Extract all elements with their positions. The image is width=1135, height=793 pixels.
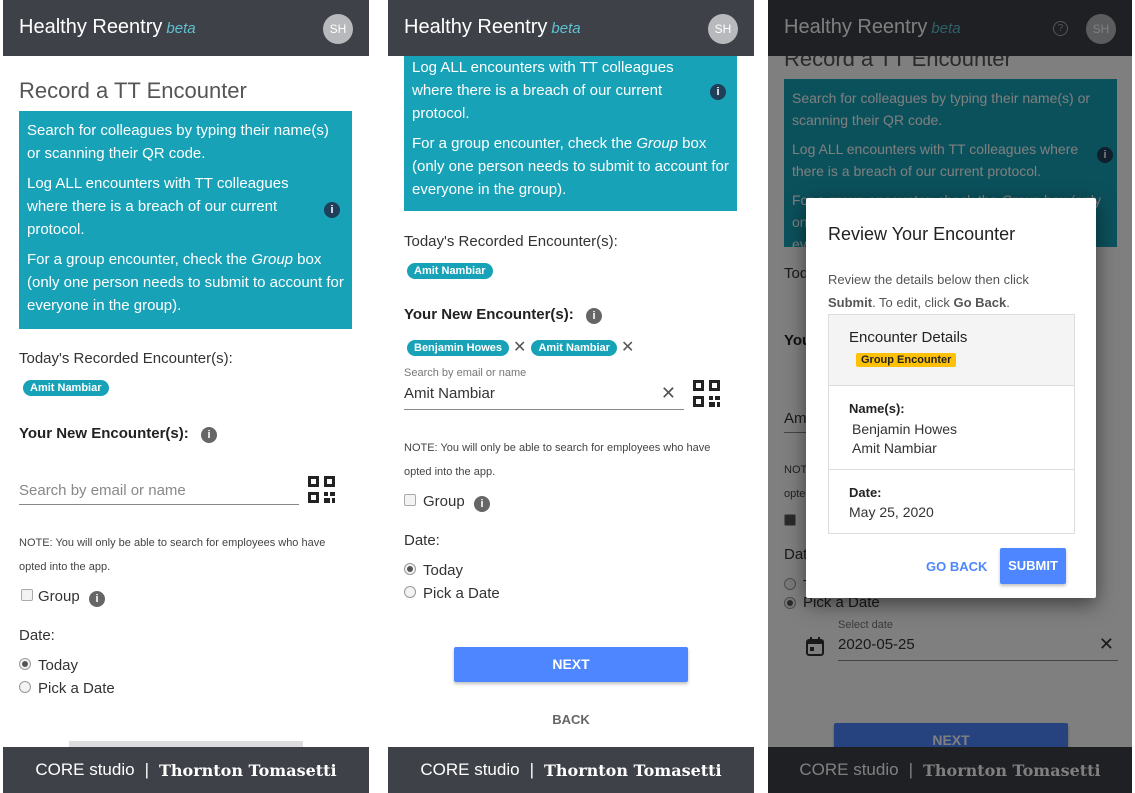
page-title: Record a TT Encounter — [19, 78, 247, 103]
todays-encounters-label: Today's Recorded Encounter(s): — [404, 233, 618, 250]
group-label: Group — [38, 588, 80, 605]
card-divider — [829, 469, 1074, 470]
date-option-today: Today — [423, 562, 464, 579]
footer-core-studio: CORE studio — [420, 760, 520, 779]
screen-review-modal: Record a TT Encounter Search for colleag… — [768, 0, 1132, 793]
search-input[interactable]: Search by email or name — [19, 482, 299, 505]
search-placeholder: Search by email or name — [19, 482, 186, 499]
group-checkbox[interactable] — [404, 494, 416, 506]
names-label: Name(s): — [849, 401, 905, 416]
avatar[interactable]: SH — [323, 14, 353, 44]
search-input[interactable]: Amit Nambiar ✕ — [404, 383, 684, 410]
info-box: Log ALL encounters with TT colleagues wh… — [404, 52, 737, 211]
qr-code-icon[interactable] — [308, 476, 336, 504]
card-header: Encounter Details Group Encounter — [829, 315, 1074, 386]
group-info-icon[interactable]: i — [474, 496, 490, 512]
encounter-details-card: Encounter Details Group Encounter Name(s… — [828, 314, 1075, 534]
footer-separator: | — [529, 760, 534, 779]
new-encounters-label: Your New Encounter(s): — [19, 425, 189, 442]
app-header: Healthy Reentry beta SH — [388, 0, 754, 56]
todays-chip-list: Amit Nambiar — [23, 378, 109, 396]
app-header: Healthy Reentry beta SH — [3, 0, 369, 56]
date-radio-today[interactable] — [19, 658, 31, 670]
app-name: Healthy Reentry — [19, 16, 163, 38]
app-title[interactable]: Healthy Reentrybeta — [404, 16, 581, 39]
group-checkbox[interactable] — [21, 589, 33, 601]
footer-core-studio: CORE studio — [35, 760, 135, 779]
footer-company: Thornton Tomasetti — [159, 760, 337, 780]
date-option-pick: Pick a Date — [38, 680, 115, 697]
date-option-today: Today — [38, 657, 79, 674]
name-item: Benjamin Howes — [852, 421, 958, 437]
avatar[interactable]: SH — [708, 14, 738, 44]
screen-record-encounter-filled: Log ALL encounters with TT colleagues wh… — [388, 0, 754, 793]
new-encounters-label: Your New Encounter(s): — [404, 306, 574, 323]
beta-tag: beta — [551, 20, 581, 37]
remove-chip-icon[interactable]: ✕ — [621, 337, 634, 357]
info-icon[interactable]: i — [324, 202, 340, 218]
new-encounters-info-icon[interactable]: i — [586, 308, 602, 324]
todays-chip-list: Amit Nambiar — [407, 261, 493, 279]
group-label: Group — [423, 493, 465, 510]
app-title[interactable]: Healthy Reentrybeta — [19, 16, 196, 39]
go-back-button[interactable]: GO BACK — [926, 559, 987, 574]
card-title: Encounter Details — [849, 329, 968, 346]
date-radio-today[interactable] — [404, 563, 416, 575]
info-log-text: Log ALL encounters with TT colleagues wh… — [27, 175, 289, 238]
date-label: Date: — [19, 627, 55, 644]
app-name: Healthy Reentry — [404, 16, 548, 38]
next-button[interactable]: NEXT — [454, 647, 688, 682]
date-detail-label: Date: — [849, 485, 882, 500]
remove-chip-icon[interactable]: ✕ — [513, 337, 526, 357]
info-group-text: For a group encounter, check the Group b… — [27, 251, 344, 314]
search-value: Amit Nambiar — [404, 385, 495, 402]
footer-separator: | — [144, 760, 149, 779]
date-option-pick: Pick a Date — [423, 585, 500, 602]
beta-tag: beta — [166, 20, 196, 37]
clear-icon[interactable]: ✕ — [661, 383, 676, 404]
date-radio-pick[interactable] — [19, 681, 31, 693]
encounter-chip: Amit Nambiar — [23, 380, 109, 396]
name-item: Amit Nambiar — [852, 440, 937, 456]
date-detail-value: May 25, 2020 — [849, 504, 934, 520]
info-box: Search for colleagues by typing their na… — [19, 111, 352, 329]
footer-company: Thornton Tomasetti — [544, 760, 722, 780]
names-list: Benjamin Howes Amit Nambiar — [852, 420, 957, 458]
new-encounter-chip: Amit Nambiar — [531, 340, 617, 357]
screen-record-encounter: Healthy Reentry beta SH Record a TT Encou… — [3, 0, 369, 793]
group-info-icon[interactable]: i — [89, 591, 105, 607]
back-button[interactable]: BACK — [521, 712, 621, 727]
info-log-text: Log ALL encounters with TT colleagues wh… — [412, 59, 674, 122]
review-encounter-dialog: Review Your Encounter Review the details… — [806, 198, 1096, 598]
info-icon[interactable]: i — [710, 84, 726, 100]
new-chip-list: Benjamin Howes ✕ Amit Nambiar ✕ — [407, 337, 639, 357]
dialog-description: Review the details below then click Subm… — [828, 272, 1029, 310]
date-radio-pick[interactable] — [404, 586, 416, 598]
footer: CORE studio | Thornton Tomasetti — [388, 747, 754, 793]
new-encounter-chip: Benjamin Howes — [407, 340, 510, 357]
encounter-chip: Amit Nambiar — [407, 263, 493, 279]
date-label: Date: — [404, 532, 440, 549]
submit-button[interactable]: SUBMIT — [1000, 548, 1066, 584]
footer: CORE studio | Thornton Tomasetti — [3, 747, 369, 793]
note-text: NOTE: You will only be able to search fo… — [19, 537, 326, 573]
info-group-text: For a group encounter, check the Group b… — [412, 135, 729, 198]
info-search-text: Search for colleagues by typing their na… — [27, 122, 329, 162]
qr-code-icon[interactable] — [693, 380, 721, 408]
dialog-title: Review Your Encounter — [828, 224, 1016, 244]
group-encounter-badge: Group Encounter — [856, 353, 957, 367]
search-field-label: Search by email or name — [404, 367, 527, 379]
note-text: NOTE: You will only be able to search fo… — [404, 442, 711, 478]
group-encounter-badge-wrap: Group Encounter — [856, 350, 957, 368]
new-encounters-info-icon[interactable]: i — [201, 427, 217, 443]
todays-encounters-label: Today's Recorded Encounter(s): — [19, 350, 233, 367]
